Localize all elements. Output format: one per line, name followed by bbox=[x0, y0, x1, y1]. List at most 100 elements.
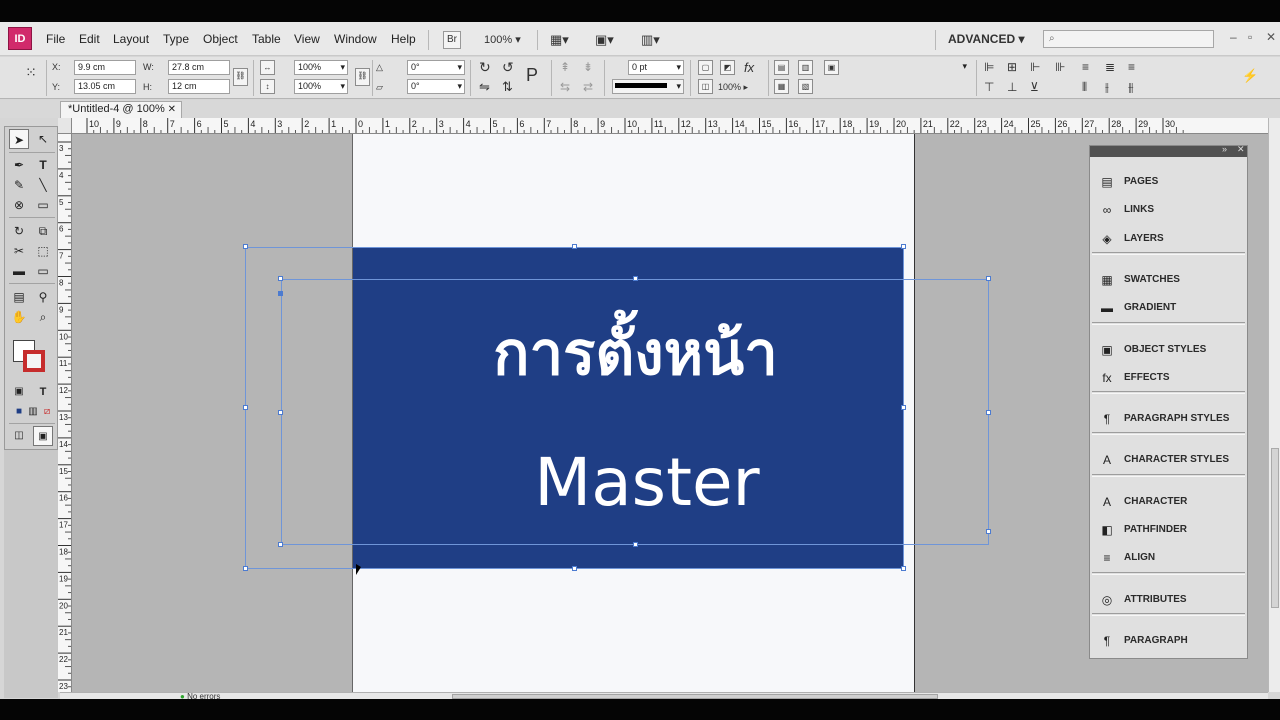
zoom-tool-icon[interactable]: ⌕ bbox=[33, 307, 53, 327]
menu-file[interactable]: File bbox=[46, 32, 65, 46]
horizontal-scrollbar[interactable] bbox=[60, 692, 1268, 699]
vertical-scroll-thumb[interactable] bbox=[1271, 448, 1279, 608]
text-frame-handle[interactable] bbox=[986, 410, 991, 415]
stroke-swatch[interactable] bbox=[23, 350, 45, 372]
fill-stroke-swatches[interactable] bbox=[13, 340, 53, 376]
pencil-tool-icon[interactable]: ✎ bbox=[9, 175, 29, 195]
panel-character-styles[interactable]: A CHARACTER STYLES bbox=[1090, 446, 1247, 474]
panel-attributes[interactable]: ◎ ATTRIBUTES bbox=[1090, 586, 1247, 614]
type-tool-icon[interactable]: T bbox=[33, 155, 53, 175]
selection-handle[interactable] bbox=[901, 244, 906, 249]
restore-button[interactable]: ▫ bbox=[1248, 30, 1252, 44]
fill-frame-icon[interactable]: ▢ bbox=[698, 60, 713, 75]
selection-tool-icon[interactable]: ➤ bbox=[9, 129, 29, 149]
menu-layout[interactable]: Layout bbox=[113, 32, 149, 46]
flip-horizontal-icon[interactable]: ⇋ bbox=[479, 79, 490, 95]
selection-handle[interactable] bbox=[243, 566, 248, 571]
rotate-field[interactable]: 0° ▾ bbox=[407, 60, 465, 75]
panel-gradient[interactable]: ▬ GRADIENT bbox=[1090, 294, 1247, 322]
align-top-icon[interactable]: ⊤ bbox=[984, 80, 994, 94]
flip-vertical-icon[interactable]: ⇅ bbox=[502, 79, 513, 95]
vertical-ruler[interactable]: 3 4 5 6 7 8 9 10 11 12 13 14 15 16 17 18 19 20 21 22 23 bbox=[58, 134, 72, 692]
text-frame-selection[interactable] bbox=[281, 279, 989, 545]
y-field[interactable]: 13.05 cm bbox=[74, 79, 136, 94]
selection-handle[interactable] bbox=[572, 244, 577, 249]
search-field[interactable]: ⌕ bbox=[1043, 30, 1214, 48]
panel-swatches[interactable]: ▦ SWATCHES bbox=[1090, 266, 1247, 294]
text-wrap-bbox-icon[interactable]: ▥ bbox=[798, 60, 813, 75]
rotate-cw-icon[interactable]: ↻ bbox=[479, 59, 491, 76]
align-vcenter-icon[interactable]: ⊥ bbox=[1007, 80, 1017, 94]
distribute-bottom-icon[interactable]: ≡ bbox=[1128, 60, 1135, 74]
text-wrap-shape-icon[interactable]: ▦ bbox=[774, 79, 789, 94]
drop-shadow-icon[interactable]: ◩ bbox=[720, 60, 735, 75]
formatting-container-icon[interactable]: ▣ bbox=[9, 382, 29, 402]
bridge-button[interactable]: Br bbox=[443, 31, 461, 49]
eyedropper-tool-icon[interactable]: ⚲ bbox=[33, 287, 53, 307]
ruler-origin[interactable] bbox=[58, 118, 72, 134]
preview-mode-icon[interactable]: ▣ bbox=[33, 426, 53, 446]
selection-handle[interactable] bbox=[243, 405, 248, 410]
pen-tool-icon[interactable]: ✒ bbox=[9, 155, 29, 175]
rotate-ccw-icon[interactable]: ↺ bbox=[502, 59, 514, 76]
apply-none-icon[interactable]: ⧄ bbox=[37, 402, 57, 422]
normal-view-icon[interactable]: ◫ bbox=[9, 426, 29, 446]
align-bottom-icon[interactable]: ⊻ bbox=[1030, 80, 1039, 94]
selection-handle[interactable] bbox=[572, 566, 577, 571]
menu-edit[interactable]: Edit bbox=[79, 32, 100, 46]
scale-x-field[interactable]: 100% ▾ bbox=[294, 60, 348, 75]
text-frame-handle[interactable] bbox=[633, 542, 638, 547]
select-container-icon[interactable]: ⇞ bbox=[560, 60, 570, 74]
object-style-icon[interactable]: ▣ bbox=[824, 60, 839, 75]
constrain-proportions-icon[interactable]: ⛓ bbox=[233, 68, 248, 86]
menu-table[interactable]: Table bbox=[252, 32, 281, 46]
scissors-tool-icon[interactable]: ✂ bbox=[9, 241, 29, 261]
minimize-button[interactable]: – bbox=[1230, 30, 1237, 44]
workspace-switcher[interactable]: ADVANCED ▾ bbox=[948, 32, 1024, 46]
select-next-icon[interactable]: ⇆ bbox=[560, 80, 570, 94]
text-frame-handle[interactable] bbox=[633, 276, 638, 281]
selection-handle[interactable] bbox=[901, 405, 906, 410]
zoom-select[interactable]: 100% ▾ bbox=[484, 31, 521, 49]
distribute-right-icon[interactable]: ⫵ bbox=[1128, 80, 1134, 95]
distribute-icon[interactable]: ⊪ bbox=[1055, 60, 1065, 74]
width-field[interactable]: 27.8 cm bbox=[168, 60, 230, 75]
reference-point-icon[interactable]: ⁙ bbox=[20, 65, 42, 88]
free-transform-tool-icon[interactable]: ⬚ bbox=[33, 241, 53, 261]
scale-y-field[interactable]: 100% ▾ bbox=[294, 79, 348, 94]
object-style-select[interactable]: ▾ bbox=[843, 60, 971, 75]
close-button[interactable]: ✕ bbox=[1266, 30, 1276, 44]
text-frame-out-port[interactable] bbox=[986, 529, 991, 534]
quick-apply-icon[interactable]: ⚡ bbox=[1242, 68, 1258, 84]
stroke-weight-field[interactable]: 0 pt ▾ bbox=[628, 60, 684, 75]
text-frame-handle[interactable] bbox=[986, 276, 991, 281]
gradient-feather-tool-icon[interactable]: ▭ bbox=[33, 261, 53, 281]
shear-field[interactable]: 0° ▾ bbox=[407, 79, 465, 94]
text-frame-handle[interactable] bbox=[278, 542, 283, 547]
panel-dock-header[interactable]: » ✕ bbox=[1090, 144, 1247, 157]
collapse-panels-icon[interactable]: » bbox=[1222, 144, 1227, 154]
rotate-tool-icon[interactable]: ↻ bbox=[9, 221, 29, 241]
distribute-hcenter-icon[interactable]: ⫲ bbox=[1105, 80, 1109, 95]
panel-layers[interactable]: ◈ LAYERS bbox=[1090, 225, 1247, 253]
hand-tool-icon[interactable]: ✋ bbox=[9, 307, 29, 327]
selection-handle[interactable] bbox=[901, 566, 906, 571]
text-wrap-jump-icon[interactable]: ▧ bbox=[798, 79, 813, 94]
panel-links[interactable]: ∞ LINKS bbox=[1090, 196, 1247, 224]
text-frame-in-port[interactable] bbox=[278, 291, 283, 296]
rectangle-tool-icon[interactable]: ▭ bbox=[33, 195, 53, 215]
rectangle-frame-tool-icon[interactable]: ⊗ bbox=[9, 195, 29, 215]
align-left-icon[interactable]: ⊫ bbox=[984, 60, 994, 74]
opacity-field[interactable]: 100% ▸ bbox=[718, 82, 748, 93]
distribute-left-icon[interactable]: ⫴ bbox=[1082, 80, 1087, 95]
height-field[interactable]: 12 cm bbox=[168, 79, 230, 94]
panel-character[interactable]: A CHARACTER bbox=[1090, 488, 1247, 516]
vertical-scrollbar[interactable] bbox=[1268, 118, 1280, 692]
text-frame-handle[interactable] bbox=[278, 276, 283, 281]
panel-paragraph-styles[interactable]: ¶ PARAGRAPH STYLES bbox=[1090, 405, 1247, 433]
line-tool-icon[interactable]: ╲ bbox=[33, 175, 53, 195]
horizontal-ruler[interactable]: 10 9 8 7 6 5 4 3 2 1 0 1 2 3 4 5 6 7 8 9 10 11 12 13 14 15 16 17 18 1… bbox=[72, 118, 1268, 134]
text-wrap-none-icon[interactable]: ▤ bbox=[774, 60, 789, 75]
constrain-scale-icon[interactable]: ⛓ bbox=[355, 68, 370, 86]
menu-window[interactable]: Window bbox=[334, 32, 377, 46]
